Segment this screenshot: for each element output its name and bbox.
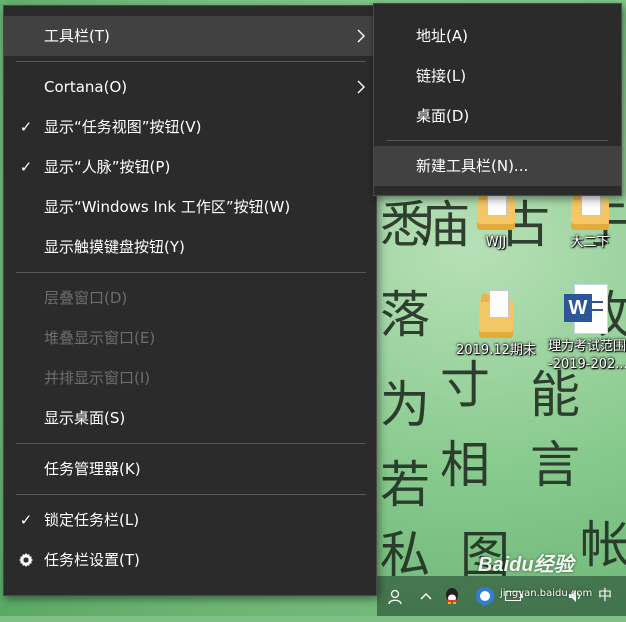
people-icon[interactable] (377, 576, 413, 616)
menu-separator (16, 61, 366, 62)
menu-separator (16, 272, 366, 273)
menu-item-label: 显示触摸键盘按钮(Y) (44, 238, 185, 256)
menu-item-side-by-side-windows: 并排显示窗口(I) (4, 358, 376, 398)
menu-separator (16, 443, 366, 444)
watermark: Baidu经验 (478, 554, 574, 576)
submenu-item-label: 链接(L) (416, 67, 467, 85)
menu-item-cortana[interactable]: Cortana(O) (4, 67, 376, 107)
wallpaper-character: 能 (530, 366, 580, 424)
menu-item-cascade-windows: 层叠窗口(D) (4, 278, 376, 318)
menu-item-lock-taskbar[interactable]: ✓ 锁定任务栏(L) (4, 500, 376, 540)
menu-item-taskbar-settings[interactable]: 任务栏设置(T) (4, 540, 376, 580)
submenu-item-label: 桌面(D) (416, 107, 470, 125)
submenu-item-label: 地址(A) (416, 27, 468, 45)
menu-separator (16, 494, 366, 495)
menu-item-label: 任务管理器(K) (44, 460, 141, 478)
wallpaper-character: 为 (380, 376, 430, 434)
checkmark-icon: ✓ (19, 158, 33, 176)
menu-item-label: 层叠窗口(D) (44, 289, 128, 307)
folder-icon (479, 290, 513, 338)
menu-item-stack-windows: 堆叠显示窗口(E) (4, 318, 376, 358)
wallpaper-character: 寸 (440, 356, 490, 414)
wallpaper-character: 悉 (380, 196, 430, 254)
ime-indicator[interactable]: 中 (591, 576, 619, 616)
qq-icon[interactable] (441, 576, 463, 616)
desktop-icon-wjj[interactable]: WJJ (446, 188, 546, 252)
network-icon[interactable] (473, 576, 497, 616)
menu-item-label: Cortana(O) (44, 78, 128, 96)
submenu-item-address[interactable]: 地址(A) (374, 16, 621, 56)
wallpaper-character: 帐 (580, 516, 626, 574)
menu-item-label: 并排显示窗口(I) (44, 369, 151, 387)
desktop-icon-word-document[interactable]: W 理力考试范围 -2019-202... (540, 284, 626, 374)
menu-item-label: 堆叠显示窗口(E) (44, 329, 156, 347)
wallpaper-character: 若 (380, 456, 430, 514)
menu-item-show-desktop[interactable]: 显示桌面(S) (4, 398, 376, 438)
menu-item-show-windows-ink[interactable]: 显示“Windows Ink 工作区”按钮(W) (4, 187, 376, 227)
folder-icon (477, 188, 515, 230)
checkmark-icon: ✓ (19, 118, 33, 136)
gear-icon (16, 540, 36, 583)
wallpaper-character: 落 (380, 286, 430, 344)
wallpaper-character: 言 (530, 436, 580, 494)
word-document-icon: W (564, 284, 608, 334)
submenu-item-desktop[interactable]: 桌面(D) (374, 96, 621, 136)
chevron-right-icon (357, 80, 365, 94)
toolbars-submenu: 地址(A) 链接(L) 桌面(D) 新建工具栏(N)... (373, 3, 622, 196)
menu-item-label: 任务栏设置(T) (44, 551, 140, 569)
submenu-item-links[interactable]: 链接(L) (374, 56, 621, 96)
desktop-icon-label: WJJ (485, 235, 507, 250)
menu-item-label: 显示“Windows Ink 工作区”按钮(W) (44, 198, 291, 216)
menu-item-label: 锁定任务栏(L) (44, 511, 140, 529)
desktop-icon-label: 2019.12期末 (456, 343, 536, 358)
menu-item-label: 工具栏(T) (44, 27, 110, 45)
menu-separator (386, 140, 608, 141)
folder-icon (571, 188, 609, 230)
checkmark-icon: ✓ (19, 511, 33, 529)
menu-item-label: 显示“人脉”按钮(P) (44, 158, 171, 176)
menu-item-task-manager[interactable]: 任务管理器(K) (4, 449, 376, 489)
desktop-icon-label: 大二下 (570, 235, 610, 250)
menu-item-show-task-view[interactable]: ✓ 显示“任务视图”按钮(V) (4, 107, 376, 147)
desktop-icon-201912-final[interactable]: 2019.12期末 (446, 290, 546, 360)
desktop-icon-label: 理力考试范围 -2019-202... (548, 339, 626, 372)
submenu-item-label: 新建工具栏(N)... (416, 157, 529, 175)
submenu-item-new-toolbar[interactable]: 新建工具栏(N)... (374, 146, 621, 186)
menu-item-show-people[interactable]: ✓ 显示“人脉”按钮(P) (4, 147, 376, 187)
menu-item-label: 显示“任务视图”按钮(V) (44, 118, 202, 136)
menu-item-label: 显示桌面(S) (44, 409, 126, 427)
chevron-right-icon (357, 29, 365, 43)
wallpaper-character: 私 (380, 526, 430, 584)
taskbar-context-menu: 工具栏(T) Cortana(O) ✓ 显示“任务视图”按钮(V) ✓ 显示“人… (3, 5, 377, 596)
watermark-url: jingyan.baidu.com (500, 588, 593, 599)
wallpaper-character: 相 (440, 436, 490, 494)
menu-item-show-touch-keyboard[interactable]: 显示触摸键盘按钮(Y) (4, 227, 376, 267)
desktop-icon-daerxia[interactable]: 大二下 (540, 188, 626, 252)
menu-item-toolbars[interactable]: 工具栏(T) (4, 16, 376, 56)
chevron-up-icon[interactable] (415, 576, 437, 616)
